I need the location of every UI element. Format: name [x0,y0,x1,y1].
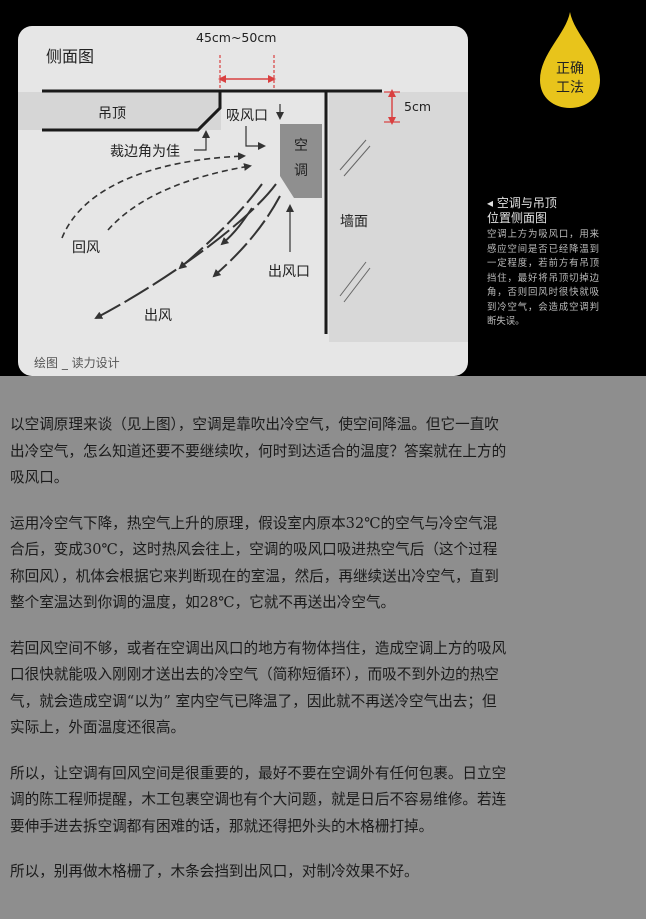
caption-text: 空调上方为吸风口，用来感应空间是否已经降温到一定程度，若前方有吊顶挡住，最好将吊… [487,229,599,327]
outlet-label: 出风口 [268,264,310,280]
paragraph: 运用冷空气下降，热空气上升的原理，假设室内原本32℃的空气与冷空气混合后，变成3… [10,514,499,612]
badge-line2: 工法 [556,80,584,96]
diagram-caption: ◂ 空调与吊顶 位置侧面图 空调上方为吸风口，用来感应空间是否已经降温到一定程度… [487,196,599,330]
badge-line1: 正确 [556,61,584,77]
dimension-side-label: 5cm [404,99,431,114]
paragraph: 所以，让空调有回风空间是很重要的，最好不要在空调外有任何包裹。日立空调的陈工程师… [10,764,507,835]
diagram-credit: 绘图 _ 读力设计 [34,355,120,370]
paragraph: 所以，别再做木格栅了，木条会挡到出风口，对制冷效果不好。 [10,863,419,880]
diagram-title: 侧面图 [46,47,94,66]
paragraph: 若回风空间不够，或者在空调出风口的地方有物体挡住，造成空调上方的吸风口很快就能吸… [10,639,507,737]
outflow-label: 出风 [144,308,172,324]
return-air-label: 回风 [72,240,100,256]
caption-title-line1: ◂ 空调与吊顶 [487,196,557,210]
chamfer-label: 裁边角为佳 [110,144,180,160]
diagram-panel: 侧面图 45cm~50cm 5cm 吊顶 吸风口 裁边角为佳 空 调 墙面 回风… [0,0,646,376]
caption-title-line2: 位置侧面图 [487,211,548,225]
ac-label-top: 空 [294,138,308,154]
dimension-top-label: 45cm~50cm [196,30,276,45]
paragraph: 以空调原理来谈（见上图），空调是靠吹出冷空气，使空间降温。但它一直吹出冷空气，怎… [10,416,507,486]
air-intake-label: 吸风口 [226,108,268,124]
ac-label-bottom: 调 [294,163,308,179]
wall-label: 墙面 [340,214,368,230]
article-body: 以空调原理来谈（见上图），空调是靠吹出冷空气，使空间降温。但它一直吹出冷空气，怎… [10,412,510,905]
ceiling-label: 吊顶 [98,106,126,122]
